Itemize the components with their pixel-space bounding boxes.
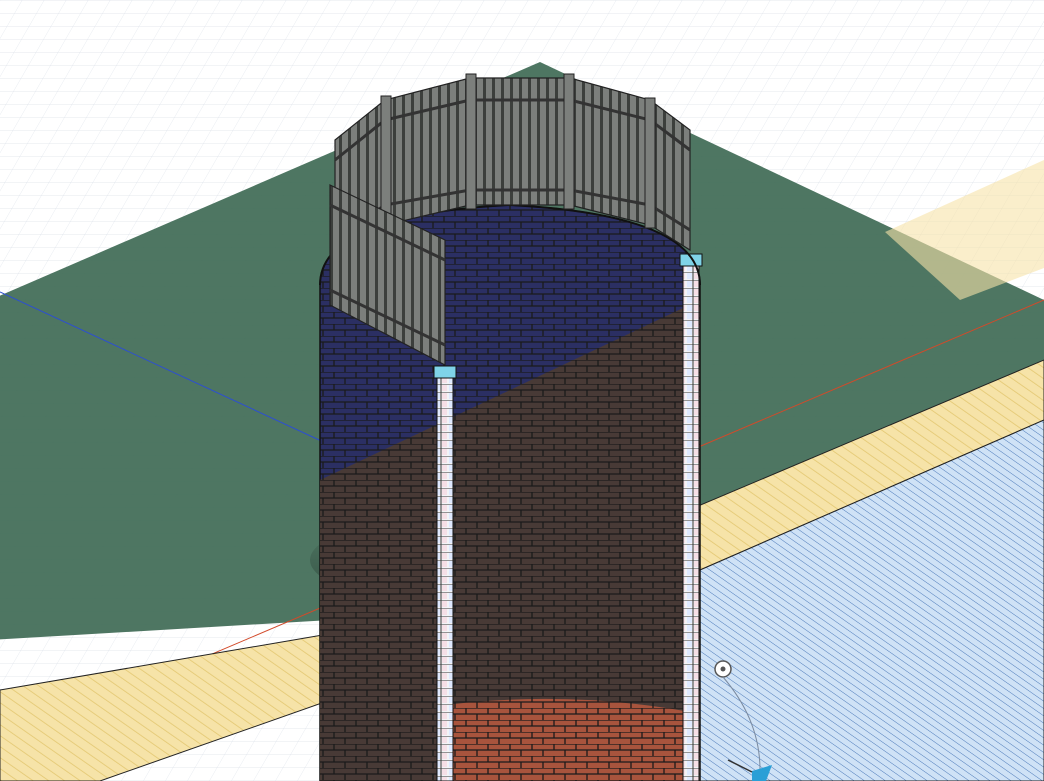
well-section-cap-left	[433, 365, 457, 379]
model-viewport[interactable]	[0, 0, 1044, 781]
3d-scene[interactable]	[0, 0, 1044, 781]
pivot-point-dot	[720, 666, 726, 672]
brick-well-bottom	[445, 698, 690, 781]
well-section-wall-right[interactable]	[682, 257, 700, 781]
well-section-wall-left[interactable]	[436, 369, 454, 781]
